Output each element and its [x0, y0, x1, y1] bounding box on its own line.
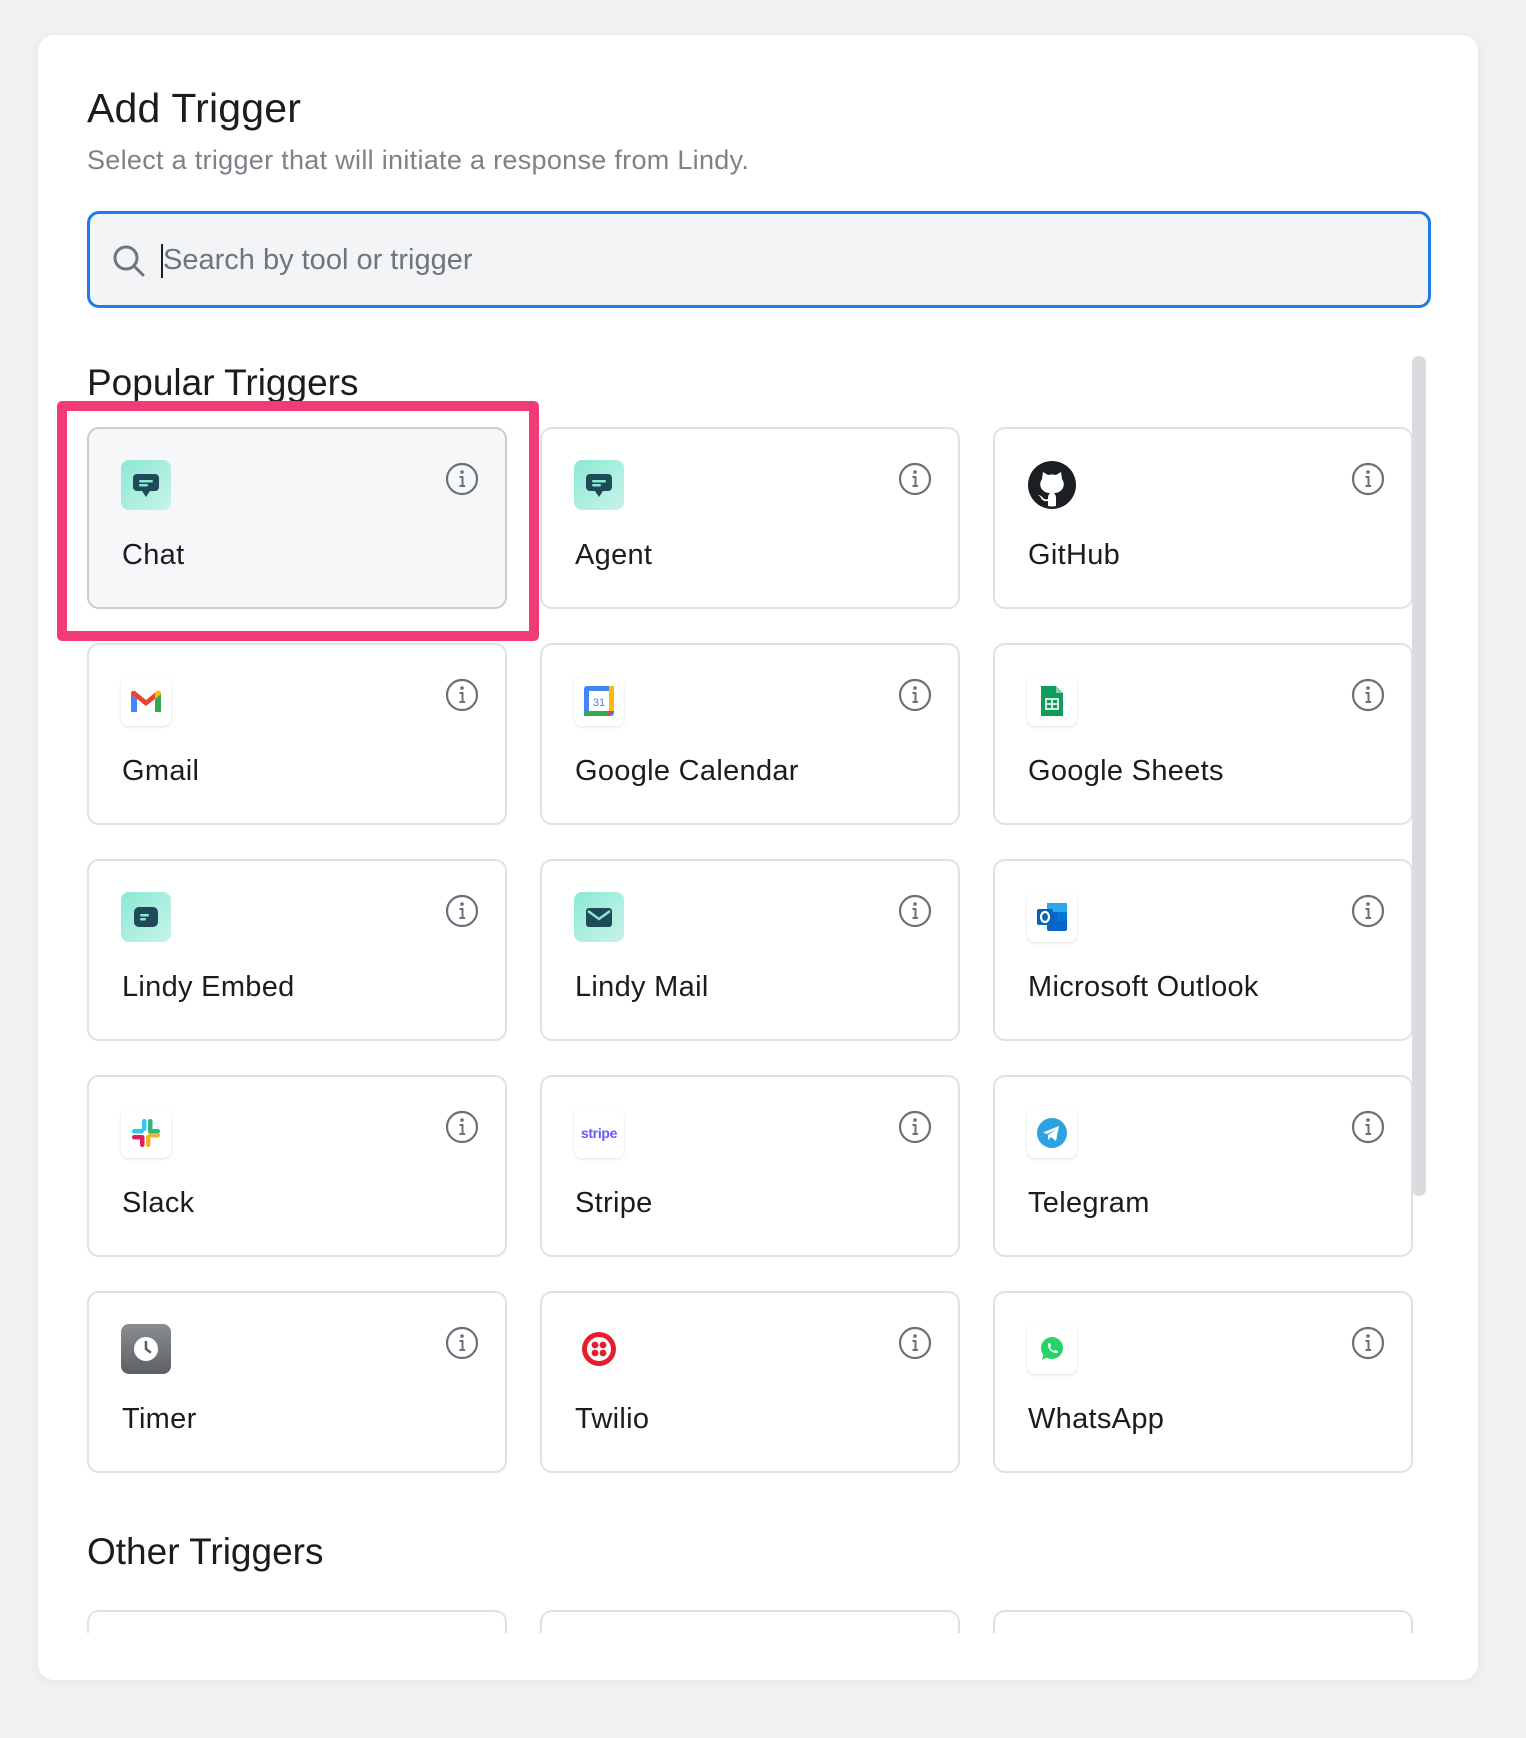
search-input[interactable] — [163, 232, 1403, 288]
trigger-label: Twilio — [575, 1403, 650, 1435]
dialog-subtitle: Select a trigger that will initiate a re… — [87, 145, 750, 175]
trigger-card-twilio[interactable]: Twilio — [540, 1291, 960, 1473]
lindy-mail-icon — [574, 892, 624, 942]
slack-icon — [121, 1108, 171, 1158]
stripe-icon: stripe — [574, 1108, 624, 1158]
trigger-label: Microsoft Outlook — [1028, 971, 1259, 1003]
info-icon[interactable] — [897, 1109, 933, 1145]
lindy-embed-icon — [121, 892, 171, 942]
github-icon — [1027, 460, 1077, 510]
info-icon[interactable] — [444, 461, 480, 497]
search-icon — [113, 245, 145, 277]
chat-icon — [121, 460, 171, 510]
trigger-label: Lindy Embed — [122, 971, 295, 1003]
trigger-card-stripe[interactable]: stripe Stripe — [540, 1075, 960, 1257]
gmail-icon — [121, 676, 171, 726]
whatsapp-icon — [1027, 1324, 1077, 1374]
trigger-card-google-calendar[interactable]: 31 Google Calendar — [540, 643, 960, 825]
trigger-card-lindy-mail[interactable]: Lindy Mail — [540, 859, 960, 1041]
trigger-label: Timer — [122, 1403, 197, 1435]
trigger-card-lindy-embed[interactable]: Lindy Embed — [87, 859, 507, 1041]
info-icon[interactable] — [897, 677, 933, 713]
trigger-card-microsoft-outlook[interactable]: Microsoft Outlook — [993, 859, 1413, 1041]
trigger-card-chat[interactable]: Chat — [87, 427, 507, 609]
trigger-label: Stripe — [575, 1187, 653, 1219]
trigger-card-gmail[interactable]: Gmail — [87, 643, 507, 825]
info-icon[interactable] — [444, 677, 480, 713]
twilio-icon — [574, 1324, 624, 1374]
stripe-wordmark: stripe — [580, 1125, 618, 1141]
trigger-card-whatsapp[interactable]: WhatsApp — [993, 1291, 1413, 1473]
google-sheets-icon — [1027, 676, 1077, 726]
trigger-label: Gmail — [122, 755, 200, 787]
scroll-clip — [38, 1633, 1478, 1680]
trigger-label: Telegram — [1028, 1187, 1150, 1219]
trigger-label: Slack — [122, 1187, 195, 1219]
popular-triggers-heading: Popular Triggers — [87, 362, 359, 403]
trigger-card-google-sheets[interactable]: Google Sheets — [993, 643, 1413, 825]
trigger-label: WhatsApp — [1028, 1403, 1165, 1435]
info-icon[interactable] — [444, 1325, 480, 1361]
dialog-title: Add Trigger — [87, 85, 302, 131]
other-triggers-heading: Other Triggers — [87, 1531, 324, 1572]
info-icon[interactable] — [897, 1325, 933, 1361]
trigger-label: Lindy Mail — [575, 971, 709, 1003]
trigger-card-github[interactable]: GitHub — [993, 427, 1413, 609]
info-icon[interactable] — [897, 893, 933, 929]
search-box[interactable] — [87, 211, 1431, 308]
trigger-card-slack[interactable]: Slack — [87, 1075, 507, 1257]
trigger-label: Google Sheets — [1028, 755, 1224, 787]
info-icon[interactable] — [444, 1109, 480, 1145]
trigger-card-telegram[interactable]: Telegram — [993, 1075, 1413, 1257]
google-calendar-icon: 31 — [574, 676, 624, 726]
info-icon[interactable] — [1350, 677, 1386, 713]
trigger-card-timer[interactable]: Timer — [87, 1291, 507, 1473]
add-trigger-dialog: Add Trigger Select a trigger that will i… — [38, 35, 1478, 1680]
info-icon[interactable] — [1350, 1325, 1386, 1361]
trigger-label: Google Calendar — [575, 755, 799, 787]
info-icon[interactable] — [1350, 461, 1386, 497]
info-icon[interactable] — [897, 461, 933, 497]
info-icon[interactable] — [1350, 893, 1386, 929]
outlook-icon — [1027, 892, 1077, 942]
trigger-label: Agent — [575, 539, 653, 571]
info-icon[interactable] — [444, 893, 480, 929]
scrollbar[interactable] — [1412, 356, 1426, 1196]
trigger-card-agent[interactable]: Agent — [540, 427, 960, 609]
info-icon[interactable] — [1350, 1109, 1386, 1145]
calendar-day-text: 31 — [593, 697, 605, 709]
timer-icon — [121, 1324, 171, 1374]
trigger-label: Chat — [122, 539, 185, 571]
trigger-label: GitHub — [1028, 539, 1121, 571]
telegram-icon — [1027, 1108, 1077, 1158]
agent-icon — [574, 460, 624, 510]
